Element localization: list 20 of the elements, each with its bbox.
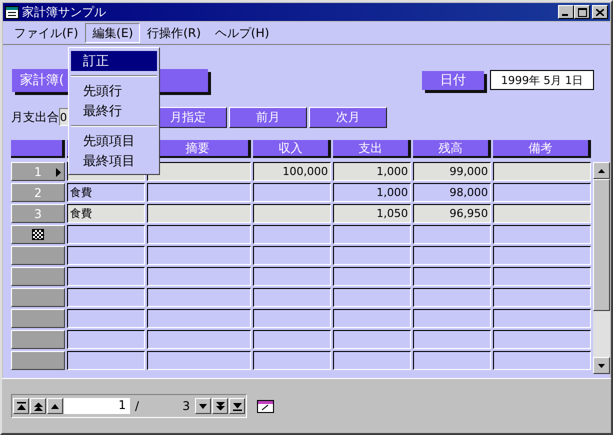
table-cell: 99,000	[413, 162, 491, 181]
table-cell: 食費	[67, 204, 145, 223]
navigator-separator: /	[135, 399, 140, 413]
table-cell: 98,000	[413, 183, 491, 202]
row-number: 3	[34, 206, 42, 220]
column-header: 支出	[333, 140, 411, 158]
record-total: 3	[181, 399, 190, 413]
table-cell: 食費	[67, 183, 145, 202]
column-header: 収入	[253, 140, 331, 158]
row-number: 2	[34, 186, 42, 200]
table-cell: 1,000	[333, 183, 411, 202]
window-title: 家計簿サンプル	[22, 4, 106, 20]
table-cell: 1,050	[333, 204, 411, 223]
table-cell: 1,000	[333, 162, 411, 181]
column-header: 備考	[493, 140, 591, 158]
table-cell: 100,000	[253, 162, 331, 181]
row-number: 1	[34, 164, 42, 178]
column-header: 残高	[413, 140, 491, 158]
monthly-total-label: 月支出合	[11, 108, 59, 126]
table-cell: 96,950	[413, 204, 491, 223]
